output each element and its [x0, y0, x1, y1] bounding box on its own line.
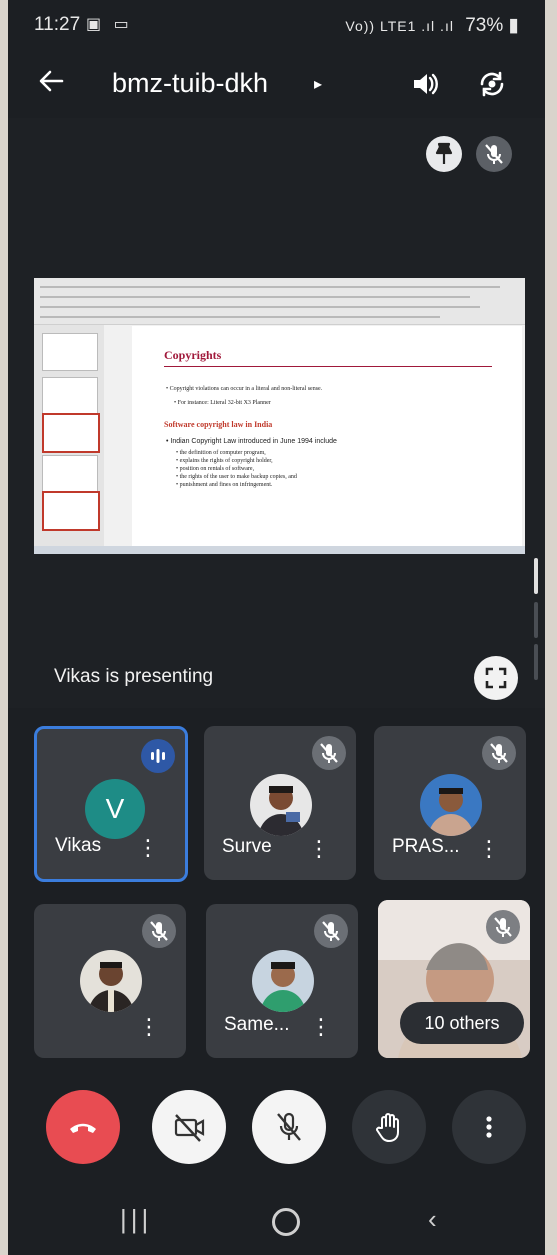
pin-button[interactable]	[426, 136, 462, 172]
slide-thumbnail	[42, 333, 98, 371]
speaker-icon[interactable]	[406, 66, 442, 102]
avatar	[252, 950, 314, 1012]
more-options-icon[interactable]: ⋮	[478, 838, 500, 860]
more-options-icon[interactable]: ⋮	[310, 1016, 332, 1038]
battery-level: 73%	[465, 15, 504, 36]
end-call-icon	[70, 1123, 96, 1133]
participant-tile[interactable]: V Vikas ⋮	[34, 726, 188, 882]
participant-name: Surve	[222, 836, 272, 857]
mic-off-icon	[482, 736, 516, 770]
end-call-button[interactable]	[46, 1090, 120, 1164]
slide-thumbnail	[42, 377, 98, 415]
slide-title-rule	[164, 366, 492, 367]
mic-off-icon	[142, 914, 176, 948]
participant-name: Vikas	[55, 835, 102, 856]
others-tile[interactable]: 10 others	[378, 900, 530, 1058]
participant-name: PRAS...	[392, 836, 460, 857]
avatar	[250, 774, 312, 836]
avatar: V	[85, 779, 145, 839]
home-icon[interactable]	[272, 1208, 300, 1236]
camera-toggle-button[interactable]	[152, 1090, 226, 1164]
camera-off-icon	[174, 1114, 205, 1142]
slide-thumbnails	[34, 325, 104, 547]
participant-tile[interactable]: Surve ⋮	[204, 726, 356, 880]
participant-tile[interactable]: PRAS... ⋮	[374, 726, 526, 880]
slide-bullet: • Copyright violations can occur in a li…	[166, 386, 323, 392]
battery-icon: ▮	[508, 15, 519, 36]
others-count-label[interactable]: 10 others	[400, 1002, 524, 1044]
recent-apps-icon[interactable]: |||	[120, 1204, 152, 1235]
slide-body-intro: • Indian Copyright Law introduced in Jun…	[166, 438, 337, 445]
avatar	[80, 950, 142, 1012]
app-ribbon	[34, 278, 525, 325]
switch-camera-icon[interactable]	[474, 66, 510, 102]
meeting-header: bmz-tuib-dkh ▸	[8, 56, 545, 112]
slide-subtitle: Software copyright law in India	[164, 420, 273, 429]
status-bar: 11:27 ▣ ▭ Vo)) LTE1 .ıl .ıl 73% ▮	[8, 0, 545, 48]
slide-thumbnail-selected	[42, 491, 100, 531]
mic-toggle-button[interactable]	[252, 1090, 326, 1164]
slide-title: Copyrights	[164, 348, 222, 362]
slide-body-item: • the rights of the user to make backup …	[176, 474, 297, 480]
slide: Copyrights • Copyright violations can oc…	[132, 326, 522, 548]
mic-off-icon	[312, 736, 346, 770]
nav-back-icon[interactable]: ‹	[428, 1204, 437, 1235]
presenting-label: Vikas is presenting	[54, 666, 214, 687]
slide-body-item: • the definition of computer program,	[176, 450, 266, 456]
windows-taskbar	[34, 546, 525, 554]
meeting-info-caret-icon[interactable]: ▸	[314, 74, 322, 94]
slide-body-item: • explains the rights of copyright holde…	[176, 458, 273, 464]
notification-icons: ▣ ▭	[86, 16, 133, 33]
status-right: Vo)) LTE1 .ıl .ıl 73% ▮	[345, 14, 519, 37]
presentation-area: Copyrights • Copyright violations can oc…	[8, 118, 545, 708]
avatar	[420, 774, 482, 836]
participant-name: Same...	[224, 1014, 290, 1035]
more-options-button[interactable]	[452, 1090, 526, 1164]
participant-tile[interactable]: ⋮	[34, 904, 186, 1058]
back-arrow-icon[interactable]	[36, 66, 76, 102]
android-nav-bar: ||| ‹	[8, 1190, 545, 1255]
slide-body-item: • position on rentals of software,	[176, 466, 255, 472]
more-options-icon[interactable]: ⋮	[308, 838, 330, 860]
slide-thumbnail	[42, 455, 98, 493]
slide-body-item: • punishment and fines on infringement.	[176, 482, 273, 488]
shared-screen[interactable]: Copyrights • Copyright violations can oc…	[34, 278, 525, 554]
scroll-indicator	[534, 602, 538, 638]
more-vert-icon	[486, 1116, 492, 1138]
meet-screen: 11:27 ▣ ▭ Vo)) LTE1 .ıl .ıl 73% ▮ bmz-tu…	[8, 0, 545, 1255]
mic-off-icon	[314, 914, 348, 948]
signal-icon: Vo)) LTE1 .ıl .ıl	[345, 18, 454, 34]
slide-thumbnail-selected	[42, 413, 100, 453]
slide-sub-bullet: • For instance: Literal 32-bit X3 Planne…	[174, 400, 271, 406]
scroll-indicator	[534, 644, 538, 680]
pin-icon	[435, 142, 453, 164]
fullscreen-button[interactable]	[474, 656, 518, 700]
status-time: 11:27	[34, 14, 81, 35]
more-options-icon[interactable]: ⋮	[138, 1016, 160, 1038]
meeting-code[interactable]: bmz-tuib-dkh	[112, 68, 268, 99]
mic-off-icon	[486, 910, 520, 944]
presenter-mic-off-button[interactable]	[476, 136, 512, 172]
scroll-indicator	[534, 558, 538, 594]
fullscreen-icon	[485, 667, 507, 689]
more-options-icon[interactable]: ⋮	[137, 837, 159, 859]
raise-hand-icon	[376, 1113, 399, 1142]
speaking-indicator-icon	[141, 739, 175, 773]
raise-hand-button[interactable]	[352, 1090, 426, 1164]
mic-off-icon	[277, 1112, 301, 1141]
participant-tile[interactable]: Same... ⋮	[206, 904, 358, 1058]
mic-off-icon	[485, 144, 503, 164]
